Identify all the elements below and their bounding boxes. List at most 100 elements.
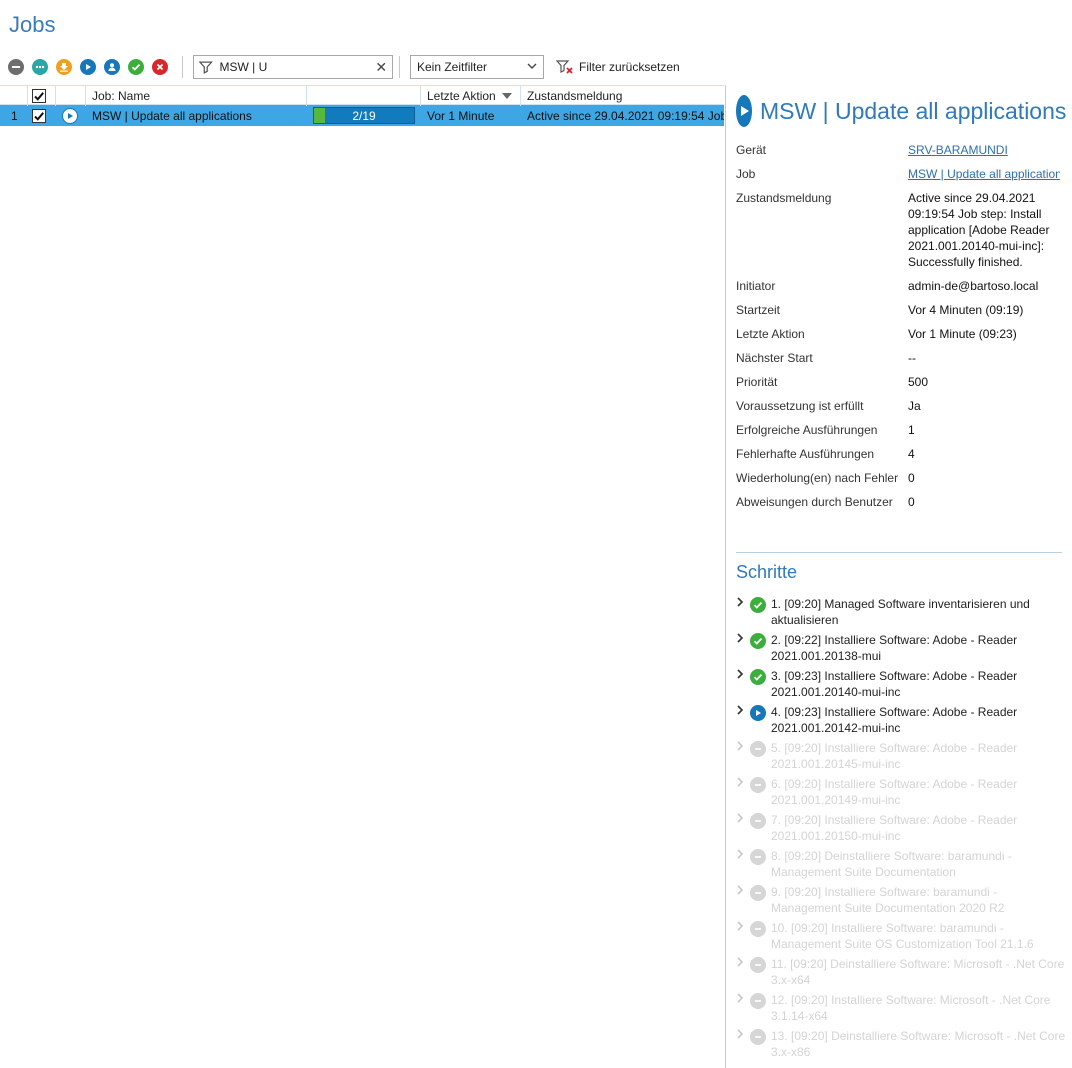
sort-desc-icon	[502, 93, 512, 99]
step-item[interactable]: 10. [09:20] Installiere Software: baramu…	[736, 920, 1066, 956]
step-item[interactable]: 3. [09:23] Installiere Software: Adobe -…	[736, 668, 1066, 704]
step-number: 12.	[771, 993, 788, 1007]
header-last-action[interactable]: Letzte Aktion	[421, 86, 521, 106]
select-all-checkbox[interactable]	[32, 89, 46, 103]
step-item[interactable]: 13. [09:20] Deinstalliere Software: Micr…	[736, 1028, 1066, 1064]
property-value: 4	[908, 447, 915, 461]
expand-arrow-icon[interactable]	[736, 740, 750, 776]
header-state-cell	[56, 86, 86, 106]
step-label: [09:22] Installiere Software: Adobe - Re…	[771, 633, 1018, 663]
expand-arrow-icon[interactable]	[736, 668, 750, 704]
pending-icon	[750, 812, 768, 829]
step-number: 9.	[771, 885, 782, 899]
row-checkbox[interactable]	[32, 108, 46, 123]
play-icon	[736, 95, 752, 127]
property-label: Voraussetzung ist erfüllt	[736, 399, 864, 413]
running-icon	[62, 107, 78, 124]
expand-arrow-icon[interactable]	[736, 920, 750, 956]
step-item[interactable]: 11. [09:20] Deinstalliere Software: Micr…	[736, 956, 1066, 992]
row-status: Active since 29.04.2021 09:19:54 Job ste…	[527, 108, 724, 123]
property-link[interactable]: SRV-BARAMUNDI	[908, 142, 1060, 166]
property-row: Letzte Aktion Vor 1 Minute (09:23)	[736, 326, 1066, 350]
step-text: 8. [09:20] Deinstalliere Software: baram…	[771, 848, 1066, 884]
step-text: 7. [09:20] Installiere Software: Adobe -…	[771, 812, 1066, 848]
property-value: 0	[908, 471, 915, 485]
property-value: admin-de@bartoso.local	[908, 279, 1039, 293]
steps-title: Schritte	[736, 562, 798, 582]
step-item[interactable]: 8. [09:20] Deinstalliere Software: baram…	[736, 848, 1066, 884]
step-item[interactable]: 6. [09:20] Installiere Software: Adobe -…	[736, 776, 1066, 812]
panel-divider[interactable]	[725, 85, 726, 1068]
header-progress[interactable]	[307, 86, 421, 106]
more-icon[interactable]	[32, 59, 48, 75]
play-icon[interactable]	[80, 59, 96, 75]
step-text: 11. [09:20] Deinstalliere Software: Micr…	[771, 956, 1066, 992]
step-number: 11.	[771, 957, 787, 971]
step-item[interactable]: 12. [09:20] Installiere Software: Micros…	[736, 992, 1066, 1028]
step-label: [09:20] Deinstalliere Software: baramund…	[771, 849, 1012, 879]
expand-arrow-icon[interactable]	[736, 776, 750, 812]
pending-icon	[750, 920, 768, 937]
download-icon[interactable]	[56, 59, 72, 75]
time-filter-select[interactable]: Kein Zeitfilter	[410, 55, 544, 79]
property-value: Vor 1 Minute (09:23)	[908, 327, 1017, 341]
property-row: Erfolgreiche Ausführungen 1	[736, 422, 1066, 446]
step-number: 2.	[771, 633, 782, 647]
expand-arrow-icon[interactable]	[736, 848, 750, 884]
property-label: Zustandsmeldung	[736, 191, 832, 205]
step-item[interactable]: 2. [09:22] Installiere Software: Adobe -…	[736, 632, 1066, 668]
step-label: [09:23] Installiere Software: Adobe - Re…	[771, 705, 1018, 735]
property-label: Letzte Aktion	[736, 327, 805, 341]
row-state-cell	[56, 105, 86, 126]
pending-icon	[750, 848, 768, 865]
step-item[interactable]: 9. [09:20] Installiere Software: baramun…	[736, 884, 1066, 920]
stop-icon[interactable]	[8, 59, 24, 75]
search-input[interactable]	[219, 60, 375, 74]
user-icon[interactable]	[104, 59, 120, 75]
header-status[interactable]: Zustandsmeldung	[521, 86, 724, 106]
cancel-icon[interactable]	[152, 59, 168, 75]
row-checkbox-cell[interactable]	[28, 105, 56, 126]
search-filter-box[interactable]: ✕	[193, 55, 393, 79]
step-number: 1.	[771, 597, 782, 611]
property-row: Startzeit Vor 4 Minuten (09:19)	[736, 302, 1066, 326]
step-label: [09:20] Installiere Software: baramundi …	[771, 921, 1034, 951]
step-item[interactable]: 1. [09:20] Managed Software inventarisie…	[736, 596, 1066, 632]
expand-arrow-icon[interactable]	[736, 956, 750, 992]
pending-icon	[750, 776, 768, 793]
expand-arrow-icon[interactable]	[736, 596, 750, 632]
expand-arrow-icon[interactable]	[736, 884, 750, 920]
table-row[interactable]: 1 MSW | Update all applications 2/19 Vor…	[0, 105, 724, 126]
row-name: MSW | Update all applications	[92, 108, 252, 123]
step-text: 9. [09:20] Installiere Software: baramun…	[771, 884, 1066, 920]
step-number: 13.	[771, 1029, 788, 1043]
property-value: Active since 29.04.2021 09:19:54 Job ste…	[908, 191, 1050, 269]
step-number: 6.	[771, 777, 782, 791]
step-number: 3.	[771, 669, 782, 683]
step-item[interactable]: 5. [09:20] Installiere Software: Adobe -…	[736, 740, 1066, 776]
running-icon	[750, 704, 768, 721]
property-label: Startzeit	[736, 303, 781, 317]
expand-arrow-icon[interactable]	[736, 812, 750, 848]
property-value: 1	[908, 423, 915, 437]
progress-bar: 2/19	[313, 107, 415, 124]
header-select-all[interactable]	[28, 86, 56, 106]
time-filter-value: Kein Zeitfilter	[417, 60, 488, 74]
header-name[interactable]: Job: Name	[86, 86, 307, 106]
reset-filter-button[interactable]: Filter zurücksetzen	[556, 59, 680, 75]
expand-arrow-icon[interactable]	[736, 704, 750, 740]
pending-icon	[750, 1028, 768, 1045]
expand-arrow-icon[interactable]	[736, 1028, 750, 1064]
check-icon[interactable]	[128, 59, 144, 75]
expand-arrow-icon[interactable]	[736, 992, 750, 1028]
step-item[interactable]: 7. [09:20] Installiere Software: Adobe -…	[736, 812, 1066, 848]
row-last-action: Vor 1 Minute	[427, 108, 495, 123]
pending-icon	[750, 992, 768, 1009]
clear-icon[interactable]: ✕	[374, 59, 388, 76]
pending-icon	[750, 956, 768, 973]
step-text: 1. [09:20] Managed Software inventarisie…	[771, 596, 1066, 632]
property-link[interactable]: MSW | Update all applications	[908, 166, 1060, 190]
jobs-grid: Job: Name Letzte Aktion Zustandsmeldung …	[0, 85, 724, 126]
step-item[interactable]: 4. [09:23] Installiere Software: Adobe -…	[736, 704, 1066, 740]
expand-arrow-icon[interactable]	[736, 632, 750, 668]
